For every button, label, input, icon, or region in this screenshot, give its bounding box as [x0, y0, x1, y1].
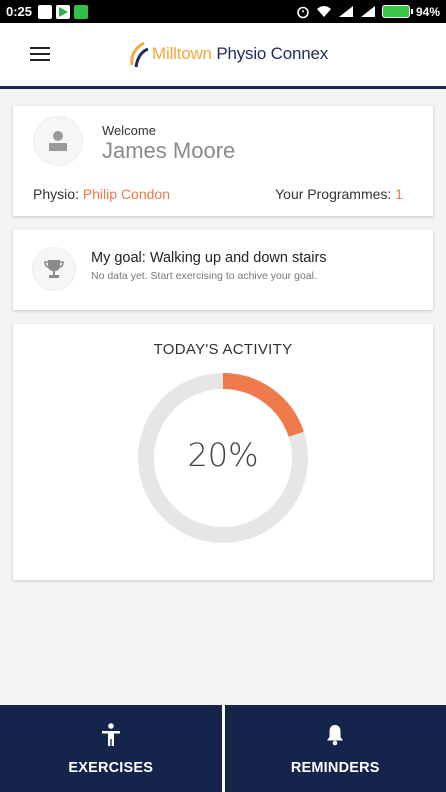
goal-title: My goal: Walking up and down stairs — [91, 250, 327, 266]
trophy-icon — [44, 260, 64, 278]
activity-title: TODAY'S ACTIVITY — [153, 341, 293, 358]
physio-info: Physio: Philip Condon — [33, 186, 170, 202]
user-name: James Moore — [102, 138, 236, 163]
play-store-icon — [56, 4, 71, 19]
app-bar: Milltown Physio Connex — [0, 23, 446, 89]
physio-name[interactable]: Philip Condon — [83, 186, 170, 202]
activity-percent: 20% — [187, 436, 259, 474]
notification-icon — [38, 4, 53, 19]
goal-card[interactable]: My goal: Walking up and down stairs No d… — [13, 230, 433, 310]
app-icon — [74, 4, 89, 19]
bell-icon — [327, 724, 344, 745]
logo-mark-icon — [130, 41, 149, 68]
welcome-label: Welcome — [102, 123, 156, 138]
app-title-brand: Milltown — [152, 44, 212, 63]
profile-card: Welcome James Moore Physio: Philip Condo… — [13, 106, 433, 216]
programmes-count: 1 — [395, 186, 403, 202]
wifi-icon — [316, 6, 331, 17]
app-logo: Milltown Physio Connex — [128, 39, 328, 69]
alarm-icon — [297, 6, 309, 18]
battery-percent: 94% — [415, 4, 440, 19]
hamburger-menu-icon[interactable] — [30, 47, 50, 61]
app-title: Milltown Physio Connex — [152, 44, 328, 64]
exercises-button[interactable]: EXERCISES — [0, 705, 222, 792]
physio-label: Physio: — [33, 186, 79, 202]
programmes-info[interactable]: Your Programmes: 1 — [275, 186, 403, 202]
bottom-nav: EXERCISES REMINDERS — [0, 705, 446, 792]
status-bar: 0:25 94% — [0, 0, 446, 23]
battery-icon — [381, 5, 413, 18]
programmes-label: Your Programmes: — [275, 186, 392, 202]
reminders-button[interactable]: REMINDERS — [224, 705, 446, 792]
signal-icon-2 — [360, 6, 375, 17]
avatar[interactable] — [33, 116, 83, 166]
reminders-label: REMINDERS — [290, 759, 380, 776]
activity-card: TODAY'S ACTIVITY 20% — [13, 324, 433, 580]
goal-subtitle: No data yet. Start exercising to achive … — [91, 270, 317, 282]
user-icon — [49, 131, 67, 151]
signal-icon — [338, 6, 353, 17]
status-time: 0:25 — [6, 4, 33, 19]
app-title-rest: Physio Connex — [211, 44, 329, 63]
person-icon — [101, 722, 120, 746]
exercises-label: EXERCISES — [68, 759, 154, 776]
trophy-icon-wrap — [32, 247, 76, 291]
